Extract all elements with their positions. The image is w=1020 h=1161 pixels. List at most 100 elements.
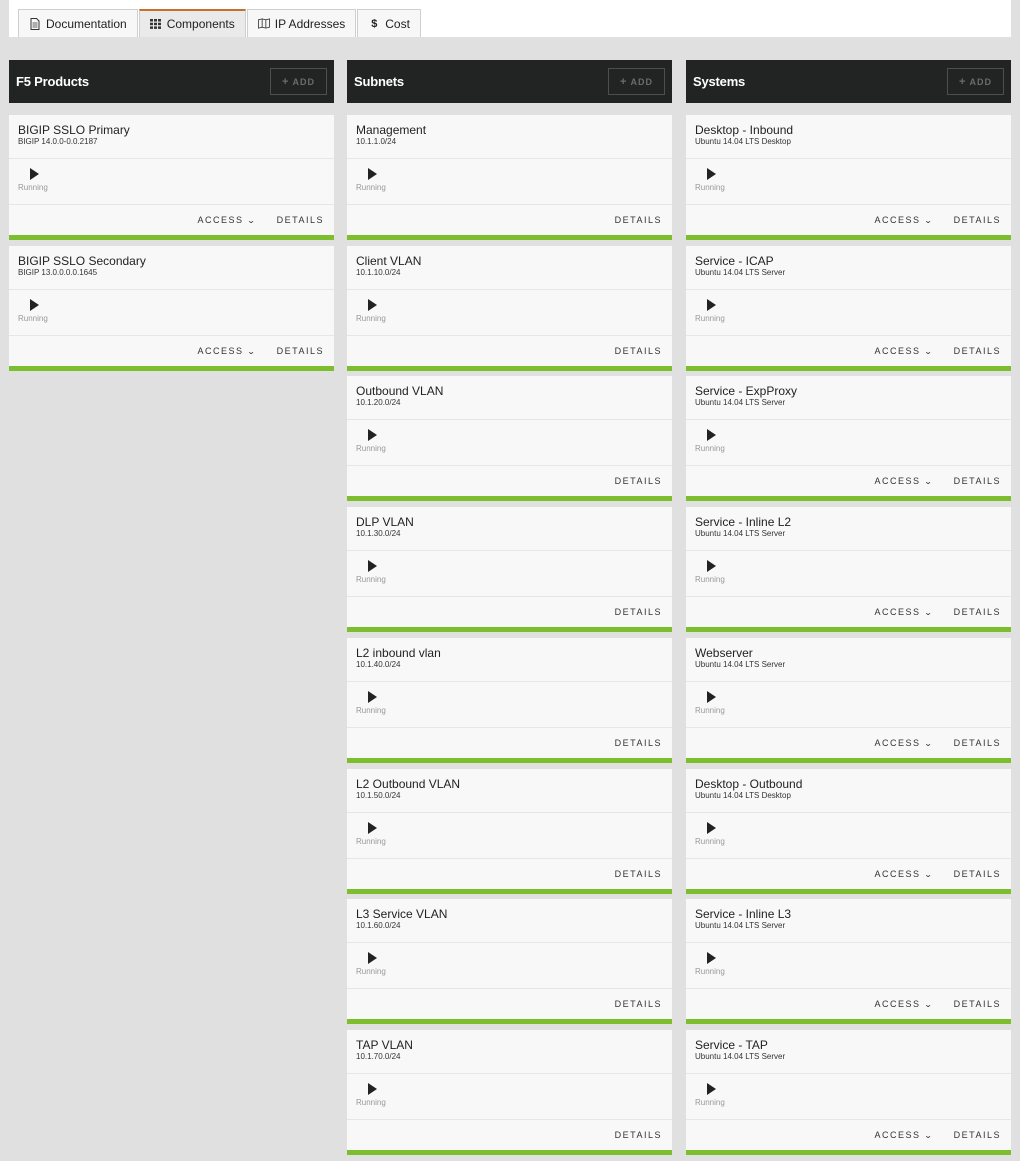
details-button[interactable]: DETAILS <box>615 346 662 356</box>
column-systems: Systems + ADD <box>686 60 1011 103</box>
details-button[interactable]: DETAILS <box>954 738 1001 748</box>
card-status-area: Running <box>9 290 334 336</box>
play-icon[interactable] <box>707 168 716 180</box>
details-button[interactable]: DETAILS <box>615 869 662 879</box>
grid-icon <box>150 18 162 30</box>
card-subtitle: 10.1.40.0/24 <box>356 660 401 669</box>
plus-icon: + <box>282 75 290 88</box>
tab-ip-addresses[interactable]: IP Addresses <box>246 9 357 37</box>
column-title: Systems <box>693 74 746 89</box>
add-button[interactable]: + ADD <box>947 68 1004 95</box>
card-subtitle: BIGIP 13.0.0.0.0.1645 <box>18 268 98 277</box>
card-actions: ACCESS ⌄ DETAILS <box>686 1120 1011 1150</box>
column-title: Subnets <box>354 74 404 89</box>
details-button[interactable]: DETAILS <box>615 999 662 1009</box>
card-subtitle: Ubuntu 14.04 LTS Server <box>695 398 786 407</box>
details-button[interactable]: DETAILS <box>615 607 662 617</box>
access-button[interactable]: ACCESS ⌄ <box>197 215 256 225</box>
tab-label: IP Addresses <box>274 16 346 31</box>
details-button[interactable]: DETAILS <box>277 346 324 356</box>
details-button[interactable]: DETAILS <box>954 346 1001 356</box>
chevron-down-icon: ⌄ <box>247 215 258 225</box>
details-label: DETAILS <box>614 346 662 356</box>
play-icon[interactable] <box>707 691 716 703</box>
details-button[interactable]: DETAILS <box>615 738 662 748</box>
chevron-down-icon: ⌄ <box>924 607 935 617</box>
access-button[interactable]: ACCESS ⌄ <box>874 738 933 748</box>
access-button[interactable]: ACCESS ⌄ <box>874 869 933 879</box>
card-subtitle: 10.1.10.0/24 <box>356 268 401 277</box>
access-button[interactable]: ACCESS ⌄ <box>874 607 933 617</box>
card-actions: ACCESS ⌄ DETAILS <box>686 205 1011 235</box>
details-button[interactable]: DETAILS <box>615 1130 662 1140</box>
component-card: L3 Service VLAN 10.1.60.0/24 Running DETAIL… <box>347 899 672 1024</box>
card-header: TAP VLAN 10.1.70.0/24 <box>347 1030 672 1074</box>
play-icon[interactable] <box>707 1083 716 1095</box>
card-actions: DETAILS <box>347 597 672 627</box>
access-button[interactable]: ACCESS ⌄ <box>874 999 933 1009</box>
play-icon[interactable] <box>368 691 377 703</box>
access-button[interactable]: ACCESS ⌄ <box>874 1130 933 1140</box>
tab-cost[interactable]: $ Cost <box>357 9 421 37</box>
component-card: Service - Inline L2 Ubuntu 14.04 LTS Serv… <box>686 507 1011 632</box>
details-button[interactable]: DETAILS <box>615 215 662 225</box>
play-icon[interactable] <box>368 1083 377 1095</box>
status-text: Running <box>695 967 725 976</box>
play-icon[interactable] <box>368 952 377 964</box>
card-header: Service - ExpProxy Ubuntu 14.04 LTS Serve… <box>686 376 1011 420</box>
play-icon[interactable] <box>30 168 39 180</box>
card-subtitle: Ubuntu 14.04 LTS Server <box>695 529 786 538</box>
card-header: Desktop - Inbound Ubuntu 14.04 LTS Deskto… <box>686 115 1011 159</box>
play-icon[interactable] <box>368 429 377 441</box>
details-label: DETAILS <box>614 738 662 748</box>
details-label: DETAILS <box>953 1130 1001 1140</box>
play-icon[interactable] <box>368 822 377 834</box>
card-actions: DETAILS <box>347 728 672 758</box>
play-icon[interactable] <box>30 299 39 311</box>
details-button[interactable]: DETAILS <box>954 999 1001 1009</box>
play-icon[interactable] <box>368 168 377 180</box>
access-label: ACCESS <box>874 607 921 617</box>
card-subtitle: Ubuntu 14.04 LTS Server <box>695 921 786 930</box>
details-button[interactable]: DETAILS <box>954 215 1001 225</box>
play-icon[interactable] <box>707 952 716 964</box>
tab-bar: Documentation Components IP Addresses $ … <box>18 9 422 37</box>
tab-documentation[interactable]: Documentation <box>18 9 138 37</box>
details-button[interactable]: DETAILS <box>277 215 324 225</box>
component-card: Service - TAP Ubuntu 14.04 LTS Server Runn… <box>686 1030 1011 1155</box>
details-button[interactable]: DETAILS <box>615 476 662 486</box>
component-card: Desktop - Outbound Ubuntu 14.04 LTS Deskt… <box>686 769 1011 894</box>
card-header: Service - TAP Ubuntu 14.04 LTS Server <box>686 1030 1011 1074</box>
component-card: Service - ICAP Ubuntu 14.04 LTS Server Run… <box>686 246 1011 371</box>
status-text: Running <box>695 575 725 584</box>
access-button[interactable]: ACCESS ⌄ <box>874 346 933 356</box>
details-button[interactable]: DETAILS <box>954 476 1001 486</box>
card-title: L2 inbound vlan <box>356 646 441 660</box>
card-status-area: Running <box>347 813 672 859</box>
play-icon[interactable] <box>707 560 716 572</box>
card-title: L3 Service VLAN <box>356 907 448 921</box>
card-title: Service - ICAP <box>695 254 774 268</box>
access-label: ACCESS <box>874 738 921 748</box>
card-subtitle: Ubuntu 14.04 LTS Desktop <box>695 791 791 800</box>
component-card: Service - Inline L3 Ubuntu 14.04 LTS Serv… <box>686 899 1011 1024</box>
add-button[interactable]: + ADD <box>270 68 327 95</box>
play-icon[interactable] <box>707 429 716 441</box>
access-button[interactable]: ACCESS ⌄ <box>874 476 933 486</box>
play-icon[interactable] <box>368 299 377 311</box>
details-button[interactable]: DETAILS <box>954 1130 1001 1140</box>
play-icon[interactable] <box>707 299 716 311</box>
column-f5-products: F5 Products + ADD <box>9 60 334 103</box>
tab-components[interactable]: Components <box>138 9 246 37</box>
details-button[interactable]: DETAILS <box>954 869 1001 879</box>
card-status-area: Running <box>686 943 1011 989</box>
card-header: L3 Service VLAN 10.1.60.0/24 <box>347 899 672 943</box>
add-button[interactable]: + ADD <box>608 68 665 95</box>
access-button[interactable]: ACCESS ⌄ <box>874 215 933 225</box>
details-button[interactable]: DETAILS <box>954 607 1001 617</box>
status-text: Running <box>695 183 725 192</box>
status-text: Running <box>695 444 725 453</box>
play-icon[interactable] <box>707 822 716 834</box>
access-button[interactable]: ACCESS ⌄ <box>197 346 256 356</box>
play-icon[interactable] <box>368 560 377 572</box>
